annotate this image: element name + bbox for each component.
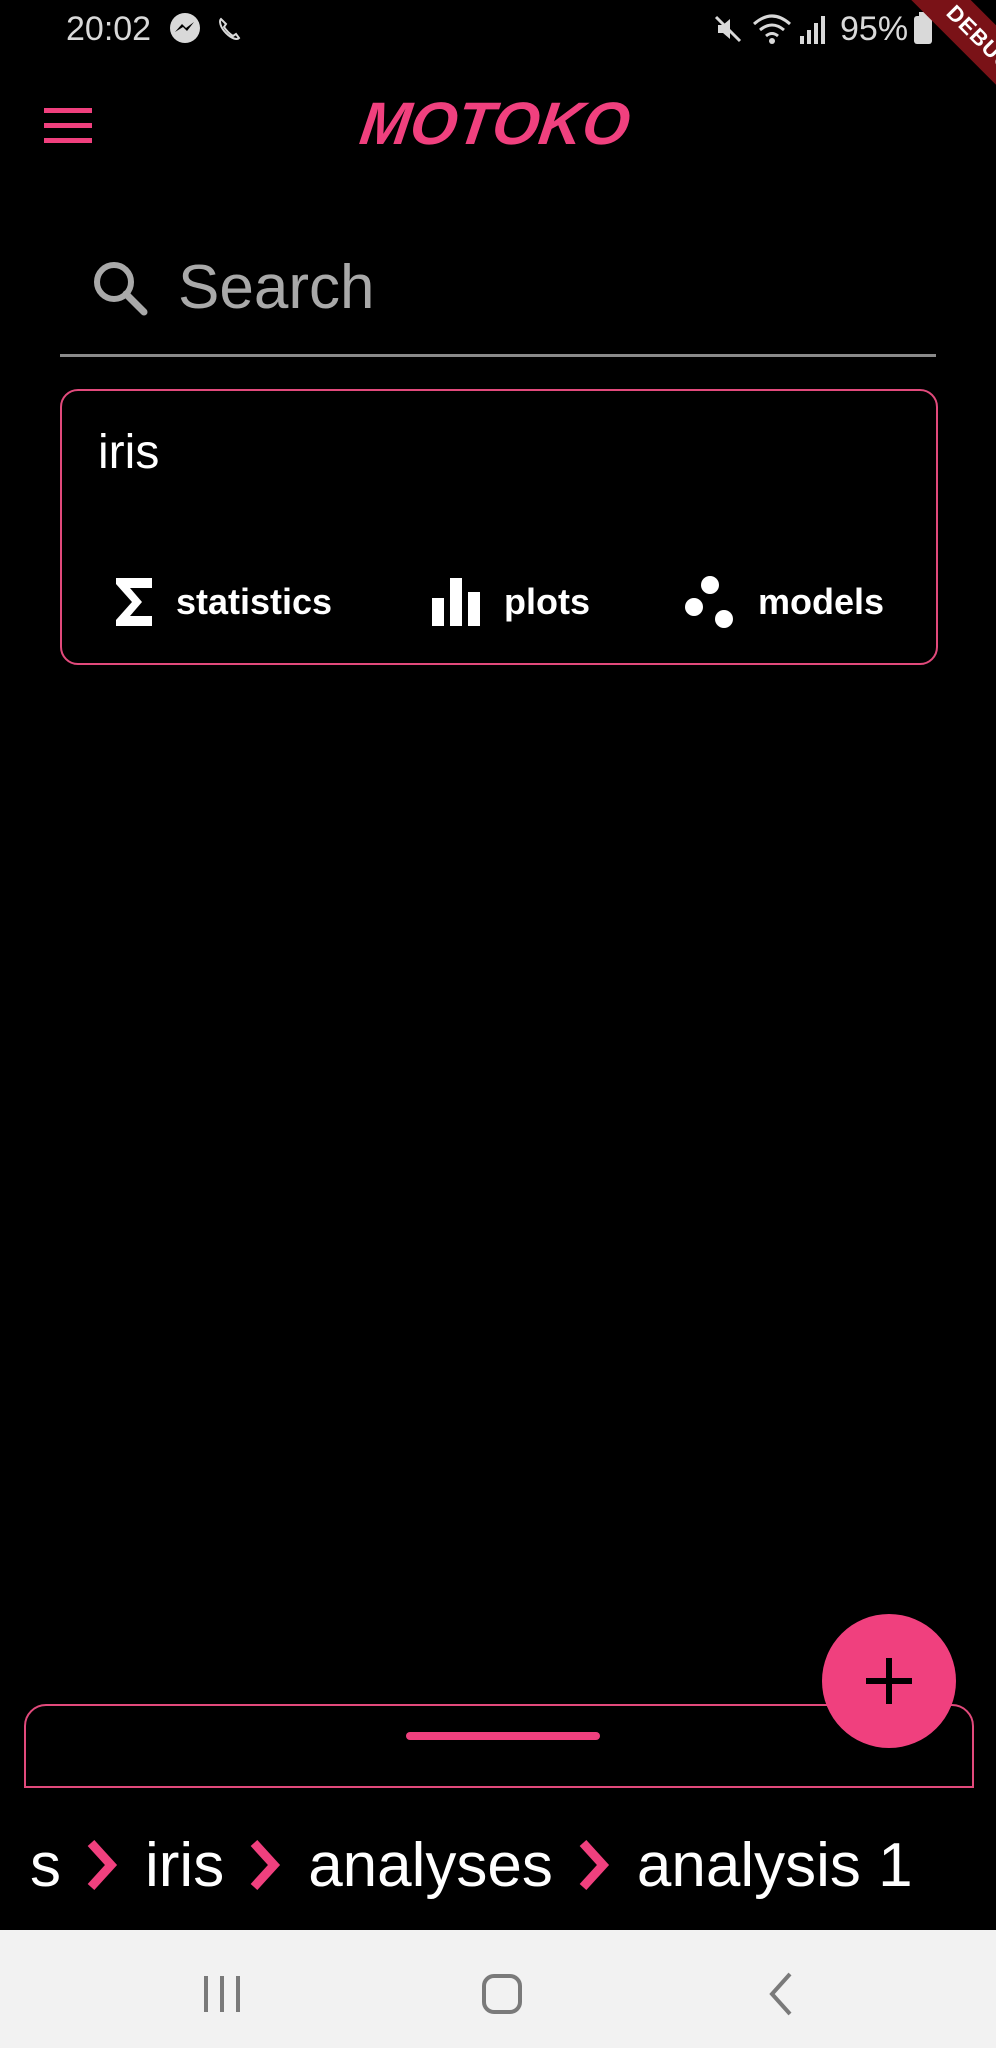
chevron-right-icon xyxy=(250,1839,281,1891)
plots-button[interactable]: plots xyxy=(430,569,590,635)
back-icon[interactable] xyxy=(752,1964,812,2024)
models-label: models xyxy=(758,581,885,622)
status-time: 20:02 xyxy=(66,10,152,48)
chevron-right-icon xyxy=(579,1839,609,1891)
svg-text:MOTOKO: MOTOKO xyxy=(356,90,634,157)
search-input[interactable] xyxy=(176,250,900,324)
wifi-icon xyxy=(753,14,791,44)
breadcrumb-item-analyses[interactable]: analyses xyxy=(308,1830,553,1901)
statistics-button[interactable]: statistics xyxy=(114,569,332,635)
messenger-icon xyxy=(170,13,200,43)
sigma-icon xyxy=(116,578,152,626)
mute-icon xyxy=(714,15,742,43)
brand-logo: MOTOKO xyxy=(356,90,634,157)
search-field[interactable] xyxy=(60,236,936,357)
breadcrumb-item-iris[interactable]: iris xyxy=(145,1830,224,1901)
add-button[interactable] xyxy=(822,1614,956,1748)
system-nav-bar xyxy=(0,1930,996,2048)
breadcrumb-item-projects[interactable]: s xyxy=(30,1830,61,1901)
signal-icon xyxy=(800,16,825,44)
home-icon[interactable] xyxy=(472,1964,532,2024)
breadcrumb: s iris analyses analysis 1 xyxy=(0,1820,996,1910)
menu-icon[interactable] xyxy=(44,108,92,144)
search-icon xyxy=(94,262,148,316)
status-bar: 20:02 95% xyxy=(0,0,996,60)
models-button[interactable]: models xyxy=(684,569,884,635)
recent-apps-icon[interactable] xyxy=(192,1964,252,2024)
scatter-dots-icon xyxy=(685,576,733,628)
bar-chart-icon xyxy=(432,578,480,626)
chevron-right-icon xyxy=(87,1839,118,1891)
plus-icon xyxy=(866,1658,912,1704)
statistics-label: statistics xyxy=(176,581,333,622)
project-title: iris xyxy=(98,426,160,479)
plots-label: plots xyxy=(504,581,590,622)
battery-percentage: 95% xyxy=(840,10,909,48)
call-icon xyxy=(219,17,241,40)
sheet-drag-handle[interactable] xyxy=(406,1732,600,1740)
breadcrumb-item-analysis-1[interactable]: analysis 1 xyxy=(637,1830,913,1901)
project-card-iris[interactable]: iris statistics plots models xyxy=(60,389,938,665)
